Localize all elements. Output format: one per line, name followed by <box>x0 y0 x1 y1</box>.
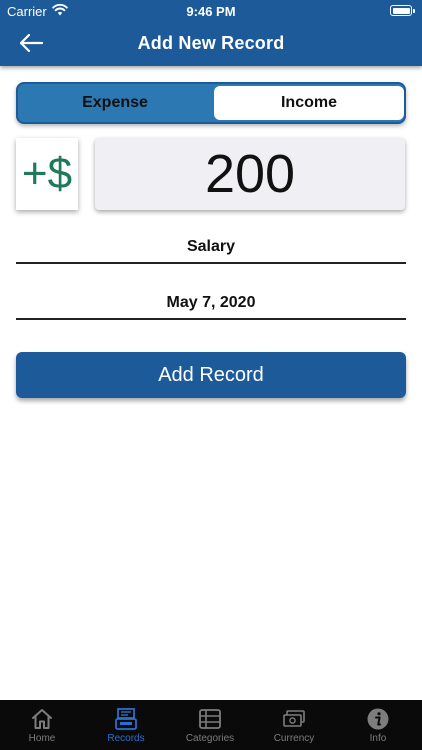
tab-categories-label: Categories <box>185 733 235 744</box>
info-icon <box>367 708 389 730</box>
battery-icon <box>390 5 415 16</box>
date-field[interactable]: May 7, 2020 <box>16 286 406 320</box>
tab-info[interactable]: Info <box>336 700 420 750</box>
tab-records[interactable]: Records <box>84 700 168 750</box>
status-time: 9:46 PM <box>186 4 236 19</box>
category-field[interactable]: Salary <box>16 230 406 264</box>
page-title: Add New Record <box>137 33 285 53</box>
tab-currency-label: Currency <box>273 733 315 744</box>
tab-bar: Home Records Categories Currency Info <box>0 700 422 750</box>
tab-currency[interactable]: Currency <box>252 700 336 750</box>
add-record-button[interactable]: Add Record <box>16 352 406 398</box>
status-bar: Carrier 9:46 PM <box>0 0 422 22</box>
tab-home[interactable]: Home <box>0 700 84 750</box>
home-icon <box>32 709 52 729</box>
tab-records-label: Records <box>107 733 145 744</box>
tab-info-label: Info <box>369 733 387 744</box>
amount-input[interactable]: 200 <box>95 138 405 210</box>
navigation-bar: Carrier 9:46 PM Add New Record <box>0 0 422 66</box>
record-type-segmented-control: Expense Income <box>16 82 406 124</box>
tab-categories[interactable]: Categories <box>168 700 252 750</box>
currency-icon <box>283 710 305 727</box>
tab-home-label: Home <box>28 733 56 744</box>
segment-expense[interactable]: Expense <box>18 84 212 122</box>
records-icon <box>115 708 137 730</box>
segment-income[interactable]: Income <box>214 86 404 120</box>
categories-icon <box>199 709 221 729</box>
currency-sign-indicator[interactable]: +$ <box>16 138 78 210</box>
